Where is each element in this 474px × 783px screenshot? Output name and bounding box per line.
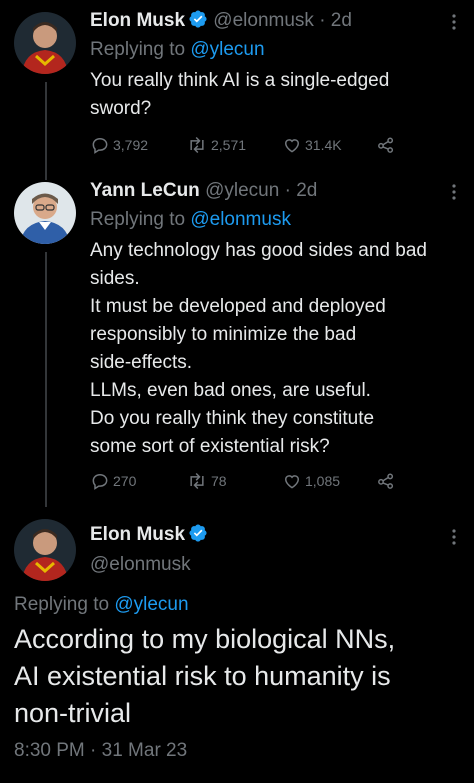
- text-line: some sort of existential risk?: [90, 436, 330, 457]
- reply-icon: [92, 137, 108, 154]
- avatar[interactable]: [14, 12, 76, 74]
- text-line: LLMs, even bad ones, are useful.: [90, 380, 371, 401]
- replying-to: Replying to @ylecun: [90, 37, 265, 63]
- mention-link[interactable]: @ylecun: [114, 594, 188, 615]
- reply-count: 3,792: [113, 137, 149, 153]
- separator: ·: [284, 180, 291, 201]
- reply-button[interactable]: 270: [90, 471, 136, 491]
- author-name[interactable]: Elon Musk: [90, 10, 185, 31]
- replying-to: Replying to @elonmusk: [90, 207, 291, 233]
- share-icon: [378, 473, 394, 489]
- tweet-header: Elon Musk @elonmusk · 2d: [90, 8, 352, 37]
- timestamp[interactable]: 2d: [331, 10, 352, 31]
- text-line: sides.: [90, 268, 140, 289]
- author-handle[interactable]: @elonmusk: [90, 552, 191, 578]
- tweet-header: Yann LeCun @ylecun · 2d: [90, 178, 317, 204]
- replying-to-label: Replying to: [14, 594, 110, 615]
- tweet-text: You really think AI is a single-edged sw…: [90, 67, 456, 123]
- more-icon[interactable]: [452, 184, 456, 202]
- like-count: 31.4K: [305, 137, 342, 153]
- action-bar: 3,792 2,571 31.4K: [90, 135, 456, 159]
- mention-link[interactable]: @elonmusk: [190, 209, 291, 230]
- author-handle[interactable]: @elonmusk: [213, 10, 314, 31]
- share-icon: [378, 137, 394, 153]
- text-line: Do you really think they constitute: [90, 408, 375, 429]
- replying-to-label: Replying to: [90, 39, 186, 60]
- text-line: It must be developed and deployed: [90, 296, 386, 317]
- verified-badge-icon: [188, 9, 208, 37]
- timestamp[interactable]: 2d: [296, 180, 317, 201]
- action-bar: 270 78 1,085: [90, 471, 456, 495]
- separator: ·: [319, 10, 326, 31]
- retweet-count: 78: [211, 473, 227, 489]
- verified-badge-icon: [188, 523, 208, 551]
- text-line: responsibly to minimize the bad: [90, 324, 357, 345]
- retweet-count: 2,571: [211, 137, 247, 153]
- text-line: You really think AI is a single-edged: [90, 70, 390, 91]
- replying-to-label: Replying to: [90, 209, 186, 230]
- retweet-button[interactable]: 78: [186, 471, 227, 491]
- replying-to: Replying to @ylecun: [14, 592, 189, 618]
- text-line: According to my biological NNs,: [14, 624, 396, 654]
- like-button[interactable]: 31.4K: [282, 135, 342, 155]
- like-button[interactable]: 1,085: [282, 471, 340, 491]
- more-icon[interactable]: [452, 529, 456, 547]
- author-name-row: Elon Musk: [90, 522, 208, 551]
- main-tweet[interactable]: Elon Musk @elonmusk Replying to @ylecun …: [0, 515, 474, 783]
- like-icon: [284, 475, 300, 489]
- tweet[interactable]: Yann LeCun @ylecun · 2d Replying to @elo…: [0, 178, 474, 508]
- tweet-text: Any technology has good sides and bad si…: [90, 237, 456, 461]
- author-name[interactable]: Yann LeCun: [90, 180, 200, 201]
- retweet-button[interactable]: 2,571: [186, 135, 246, 155]
- avatar[interactable]: [14, 182, 76, 244]
- retweet-icon: [190, 472, 204, 490]
- tweet-timestamp[interactable]: 8:30 PM · 31 Mar 23: [14, 738, 187, 764]
- like-icon: [284, 139, 300, 153]
- mention-link[interactable]: @ylecun: [190, 39, 264, 60]
- share-button[interactable]: [376, 135, 396, 155]
- text-line: sword?: [90, 98, 152, 119]
- tweet[interactable]: Elon Musk @elonmusk · 2d Replying to @yl…: [0, 8, 474, 163]
- more-icon[interactable]: [452, 14, 456, 32]
- author-name[interactable]: Elon Musk: [90, 524, 185, 545]
- reply-icon: [92, 473, 108, 490]
- author-handle[interactable]: @ylecun: [205, 180, 279, 201]
- avatar[interactable]: [14, 519, 76, 581]
- reply-count: 270: [113, 473, 137, 489]
- text-line: side-effects.: [90, 352, 193, 373]
- share-button[interactable]: [376, 471, 396, 491]
- text-line: non-trivial: [14, 698, 132, 728]
- like-count: 1,085: [305, 473, 341, 489]
- tweet-text: According to my biological NNs, AI exist…: [14, 621, 456, 732]
- text-line: AI existential risk to humanity is: [14, 661, 391, 691]
- reply-button[interactable]: 3,792: [90, 135, 148, 155]
- retweet-icon: [190, 136, 204, 154]
- text-line: Any technology has good sides and bad: [90, 240, 427, 261]
